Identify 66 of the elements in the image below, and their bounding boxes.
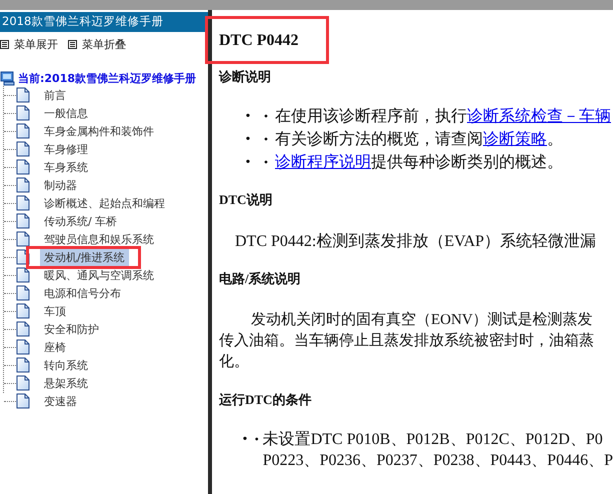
menu-button[interactable]: 菜单折叠: [68, 37, 126, 52]
tree-item[interactable]: 发动机/推进系统: [40, 248, 129, 266]
page-icon: [16, 105, 30, 121]
page-icon: [16, 87, 30, 103]
list-item-text: 未设置DTC P010B、P012B、P012C、P012D、P0: [262, 430, 604, 450]
page-icon: [16, 393, 30, 409]
computer-icon: [0, 70, 16, 86]
tree-item[interactable]: 座椅: [40, 338, 70, 356]
tree-item[interactable]: 前言: [40, 86, 70, 104]
page-icon: [16, 375, 30, 391]
list-item-text: P0223、P0236、P0237、P0238、P0443、P0446、P: [262, 451, 613, 471]
bullet-mark: •: [254, 431, 260, 448]
tree-root-label[interactable]: 当前:2018款雪佛兰科迈罗维修手册: [18, 70, 196, 86]
tree-item[interactable]: 变速器: [40, 392, 81, 410]
page-icon: [16, 213, 30, 229]
section-heading: 运行DTC的条件: [219, 391, 312, 409]
link[interactable]: 诊断系统检查－车辆: [467, 108, 611, 125]
tree-item[interactable]: 暖风、通风与空调系统: [40, 266, 158, 284]
tree-item[interactable]: 一般信息: [40, 104, 92, 122]
list-item-text: 诊断程序说明提供每种诊断类别的概述。: [275, 152, 563, 173]
paragraph-line: 发动机关闭时的固有真空（EONV）测试是检测蒸发: [250, 310, 594, 330]
page-icon: [16, 123, 30, 139]
tree-item[interactable]: 悬架系统: [40, 374, 92, 392]
page-icon: [16, 321, 30, 337]
paragraph-line: 传入油箱。当车辆停止且蒸发排放系统被密封时，油箱蒸: [219, 331, 595, 351]
bullet-mark: •: [244, 154, 252, 172]
bullet-mark: •: [244, 108, 252, 126]
page-icon: [16, 285, 30, 301]
section-heading: 诊断说明: [219, 68, 272, 86]
paragraph-line: 化。: [219, 353, 250, 372]
tree-item[interactable]: 车身系统: [40, 158, 92, 176]
list-item-text: 在使用该诊断程序前，执行诊断系统检查－车辆: [275, 106, 611, 127]
menu-icon: [68, 40, 77, 49]
bullet-mark: •: [262, 154, 270, 171]
tree-item[interactable]: 诊断概述、起始点和编程: [40, 194, 169, 212]
tree-item[interactable]: 车身修理: [40, 140, 92, 158]
description-text: DTC P0442:检测到蒸发排放（EVAP）系统轻微泄漏: [235, 232, 598, 252]
section-heading: 电路/系统说明: [219, 270, 302, 288]
link[interactable]: 诊断程序说明: [275, 154, 371, 171]
tree-item[interactable]: 驾驶员信息和娱乐系统: [40, 230, 158, 248]
section-heading: DTC说明: [219, 191, 274, 209]
bullet-mark: •: [262, 131, 270, 148]
page-icon: [16, 231, 30, 247]
bullet-mark: •: [262, 108, 270, 125]
page-icon: [16, 195, 30, 211]
page-icon: [16, 267, 30, 283]
bullet-mark: •: [244, 131, 252, 149]
page-title: DTC P0442: [219, 32, 299, 50]
menu-button[interactable]: 菜单展开: [0, 37, 58, 52]
bullet-mark: •: [241, 431, 248, 449]
page-icon: [16, 339, 30, 355]
tree-item[interactable]: 电源和信号分布: [40, 284, 125, 302]
page-icon: [16, 357, 30, 373]
tree-item[interactable]: 安全和防护: [40, 320, 103, 338]
link[interactable]: 诊断策略: [483, 131, 547, 148]
page-icon: [16, 303, 30, 319]
page-icon: [16, 141, 30, 157]
tree-item[interactable]: 转向系统: [40, 356, 92, 374]
tree-item[interactable]: 车身金属构件和装饰件: [40, 122, 158, 140]
page-icon: [16, 177, 30, 193]
sidebar-title: 2018款雪佛兰科迈罗维修手册: [0, 12, 208, 32]
page-icon: [16, 159, 30, 175]
list-item-text: 有关诊断方法的概览，请查阅诊断策略。: [275, 130, 563, 150]
tree-item[interactable]: 传动系统/ 车桥: [40, 212, 122, 230]
tree-item[interactable]: 车顶: [40, 302, 70, 320]
tree-item[interactable]: 制动器: [40, 176, 81, 194]
